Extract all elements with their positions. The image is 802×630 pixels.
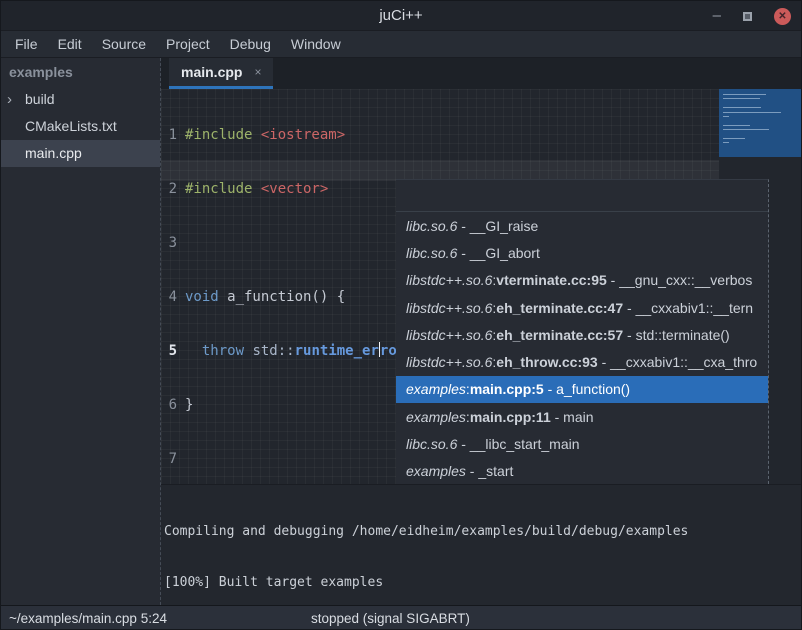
line-number: 4: [161, 288, 185, 306]
tab-close-icon[interactable]: ×: [254, 65, 261, 79]
line-number: 7: [161, 450, 185, 468]
window-controls: – ✕: [713, 1, 791, 31]
tree-item-label: main.cpp: [25, 140, 82, 167]
juci-window: juCi++ – ✕ File Edit Source Project Debu…: [0, 0, 802, 630]
code-token: void: [185, 289, 219, 305]
code-token: a_function() {: [219, 289, 345, 305]
menu-project[interactable]: Project: [156, 36, 220, 52]
backtrace-item[interactable]: examples:main.cpp:11 - main: [396, 403, 768, 430]
titlebar: juCi++ – ✕: [1, 1, 801, 31]
line-number: 2: [161, 180, 185, 198]
file-tree-panel: examples › build CMakeLists.txt main.cpp: [1, 58, 161, 605]
backtrace-item[interactable]: libstdc++.so.6:vterminate.cc:95 - __gnu_…: [396, 267, 768, 294]
restore-button[interactable]: [743, 12, 752, 21]
tab-main-cpp[interactable]: main.cpp ×: [169, 58, 273, 89]
terminal-output[interactable]: Compiling and debugging /home/eidheim/ex…: [161, 484, 801, 605]
code-token: throw: [202, 343, 244, 359]
backtrace-item[interactable]: libc.so.6 - __libc_start_main: [396, 430, 768, 457]
tree-item-label: CMakeLists.txt: [25, 113, 117, 140]
code-token: #include: [185, 127, 261, 143]
code-token: [185, 343, 202, 359]
backtrace-popup-spacer: [396, 180, 768, 212]
backtrace-item-selected[interactable]: examples:main.cpp:5 - a_function(): [396, 376, 768, 403]
backtrace-item[interactable]: libstdc++.so.6:eh_terminate.cc:47 - __cx…: [396, 294, 768, 321]
menubar: File Edit Source Project Debug Window: [1, 31, 801, 58]
menu-source[interactable]: Source: [92, 36, 156, 52]
code-token: std::: [252, 343, 294, 359]
tree-item-label: build: [25, 86, 55, 113]
code-token: }: [185, 397, 193, 413]
window-title: juCi++: [379, 7, 422, 24]
close-button[interactable]: ✕: [774, 8, 791, 25]
code-token: runtime_er: [295, 343, 379, 359]
terminal-line: [100%] Built target examples: [164, 574, 801, 591]
line-number: 6: [161, 396, 185, 414]
backtrace-item[interactable]: libstdc++.so.6:eh_terminate.cc:57 - std:…: [396, 321, 768, 348]
menu-file[interactable]: File: [5, 36, 48, 52]
minimap-visible-region[interactable]: [719, 89, 801, 157]
tree-item-cmakelists[interactable]: CMakeLists.txt: [1, 113, 160, 140]
backtrace-popup: libc.so.6 - __GI_raise libc.so.6 - __GI_…: [396, 179, 769, 484]
line-number: 5: [161, 342, 185, 360]
tabbar: main.cpp ×: [161, 58, 801, 89]
menu-edit[interactable]: Edit: [48, 36, 92, 52]
backtrace-item[interactable]: examples - _start: [396, 458, 768, 484]
backtrace-item[interactable]: libc.so.6 - __GI_abort: [396, 239, 768, 266]
line-number: 1: [161, 126, 185, 144]
status-file-location: ~/examples/main.cpp 5:24: [1, 611, 167, 626]
backtrace-item[interactable]: libstdc++.so.6:eh_throw.cc:93 - __cxxabi…: [396, 348, 768, 375]
code-token: <vector>: [261, 181, 328, 197]
terminal-line: Compiling and debugging /home/eidheim/ex…: [164, 523, 801, 540]
tab-label: main.cpp: [181, 64, 242, 80]
menu-debug[interactable]: Debug: [220, 36, 281, 52]
statusbar: ~/examples/main.cpp 5:24 stopped (signal…: [1, 605, 801, 630]
status-debug-state: stopped (signal SIGABRT): [311, 611, 470, 626]
project-name: examples: [1, 58, 160, 86]
code-editor[interactable]: 1#include <iostream> 2#include <vector> …: [161, 89, 801, 484]
line-number: 3: [161, 234, 185, 252]
menu-window[interactable]: Window: [281, 36, 351, 52]
chevron-right-icon[interactable]: ›: [7, 86, 25, 113]
code-token: <iostream>: [261, 127, 345, 143]
tree-item-main-cpp[interactable]: main.cpp: [1, 140, 160, 167]
minimize-button[interactable]: –: [713, 11, 721, 21]
tree-item-build[interactable]: › build: [1, 86, 160, 113]
code-token: #include: [185, 181, 261, 197]
backtrace-item[interactable]: libc.so.6 - __GI_raise: [396, 212, 768, 239]
code-line: 1#include <iostream>: [161, 126, 515, 144]
